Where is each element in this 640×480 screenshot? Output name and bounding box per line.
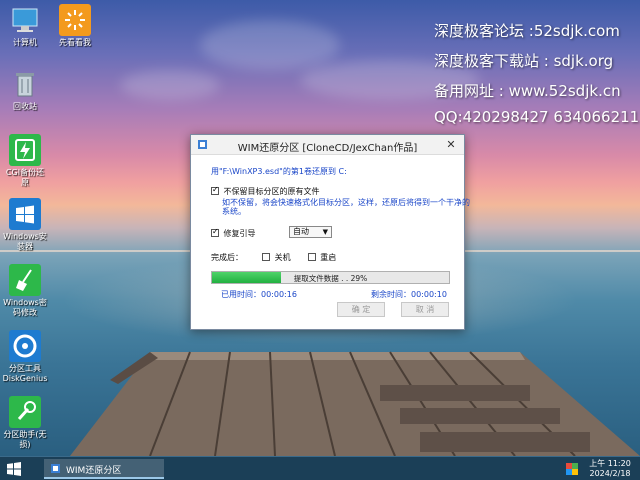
system-clock[interactable]: 上午 11:20 2024/2/18 bbox=[585, 459, 635, 479]
windows-logo-icon bbox=[9, 198, 41, 230]
watermark-forum: 深度极客论坛 :52sdjk.com bbox=[434, 22, 620, 40]
remaining-time: 剩余时间：00:00:10 bbox=[371, 290, 447, 299]
watermark-qq: QQ:420298427 634066211 bbox=[434, 108, 640, 126]
progress-bar: 提取文件数据 . . 29% bbox=[211, 271, 450, 284]
desktop-icon-label: 先看看我 bbox=[59, 38, 91, 47]
taskbar: WIM还原分区 上午 11:20 2024/2/18 bbox=[0, 456, 640, 480]
app-icon bbox=[51, 464, 60, 473]
ok-button[interactable]: 确 定 bbox=[337, 302, 385, 317]
start-button[interactable] bbox=[6, 461, 22, 477]
restart-checkbox[interactable] bbox=[307, 253, 316, 261]
broom-icon bbox=[9, 264, 41, 296]
desktop-icon-password[interactable]: Windows密码修改 bbox=[2, 264, 48, 318]
wrench-icon bbox=[9, 396, 41, 428]
close-icon: ✕ bbox=[446, 138, 456, 151]
dialog-titlebar[interactable]: WIM还原分区 [CloneCD/JexChan作品] ✕ bbox=[191, 135, 464, 155]
repair-boot-checkbox[interactable] bbox=[211, 227, 219, 237]
elapsed-time: 已用时间：00:00:16 bbox=[221, 290, 297, 299]
keep-files-row[interactable]: 不保留目标分区的原有文件 bbox=[211, 185, 320, 197]
cancel-button[interactable]: 取 消 bbox=[401, 302, 449, 317]
dialog-title: WIM还原分区 [CloneCD/JexChan作品] bbox=[237, 143, 418, 154]
desktop-icon-label: 回收站 bbox=[13, 102, 37, 111]
repair-boot-label: 修复引导 bbox=[223, 229, 256, 238]
shutdown-checkbox[interactable] bbox=[262, 253, 271, 261]
watermark-download: 深度极客下载站 : sdjk.org bbox=[434, 52, 614, 70]
recycle-bin-icon bbox=[9, 68, 41, 100]
disk-icon bbox=[9, 330, 41, 362]
close-button[interactable]: ✕ bbox=[444, 138, 458, 152]
boot-mode-select[interactable]: 自动 ▼ bbox=[289, 226, 332, 238]
desktop-icon-readme[interactable]: 先看看我 bbox=[52, 4, 98, 48]
keep-files-label: 不保留目标分区的原有文件 bbox=[223, 187, 320, 196]
boot-mode-value: 自动 bbox=[293, 227, 309, 236]
taskbar-item-wim-restore[interactable]: WIM还原分区 bbox=[44, 459, 164, 479]
restart-label: 重启 bbox=[320, 253, 337, 262]
clock-date: 2024/2/18 bbox=[589, 469, 631, 478]
keep-files-note-1: 如不保留，将会快速格式化目标分区，这样，还原后将得到一个干净的 bbox=[222, 198, 470, 207]
desktop-icon-label: CGI备份还原 bbox=[5, 168, 45, 187]
desktop-icon-partition-assistant[interactable]: 分区助手(无损) bbox=[2, 396, 48, 450]
desktop-icon-label: Windows密码修改 bbox=[3, 298, 47, 317]
wim-restore-dialog: WIM还原分区 [CloneCD/JexChan作品] ✕ 用"F:\WinXP… bbox=[190, 134, 470, 330]
clock-time: 上午 11:20 bbox=[589, 459, 631, 468]
desktop-icon-label: 分区工具DiskGenius bbox=[2, 364, 48, 383]
desktop-icon-diskgenius[interactable]: 分区工具DiskGenius bbox=[2, 330, 48, 384]
watermark-backup-url: 备用网址 : www.52sdjk.cn bbox=[434, 82, 621, 100]
desktop-icon-windows-installer[interactable]: Windows安装器 bbox=[2, 198, 48, 252]
progress-text: 提取文件数据 . . 29% bbox=[293, 274, 368, 283]
lightning-icon bbox=[9, 134, 41, 166]
after-label: 完成后： bbox=[211, 253, 243, 262]
desktop-icon-label: 计算机 bbox=[13, 38, 37, 47]
source-line: 用"F:\WinXP3.esd"的第1卷还原到 C: bbox=[211, 167, 347, 176]
desktop-icon-recycle-bin[interactable]: 回收站 bbox=[2, 68, 48, 112]
desktop: 深度极客论坛 :52sdjk.com 深度极客下载站 : sdjk.org 备用… bbox=[0, 0, 640, 456]
desktop-icon-cgi[interactable]: CGI备份还原 bbox=[2, 134, 48, 188]
repair-boot-row: 修复引导 自动 ▼ bbox=[211, 226, 341, 239]
tray-icon[interactable] bbox=[566, 463, 578, 475]
after-complete-row: 完成后： 关机 重启 bbox=[211, 252, 336, 263]
shutdown-label: 关机 bbox=[274, 253, 291, 262]
desktop-icon-label: Windows安装器 bbox=[3, 232, 47, 251]
computer-icon bbox=[9, 4, 41, 36]
desktop-icon-label: 分区助手(无损) bbox=[3, 430, 47, 449]
keep-files-note-2: 系统。 bbox=[222, 207, 246, 216]
taskbar-item-label: WIM还原分区 bbox=[66, 466, 122, 476]
keep-files-checkbox[interactable] bbox=[211, 185, 219, 195]
sun-icon bbox=[59, 4, 91, 36]
chevron-down-icon: ▼ bbox=[322, 228, 328, 236]
desktop-icon-computer[interactable]: 计算机 bbox=[2, 4, 48, 48]
